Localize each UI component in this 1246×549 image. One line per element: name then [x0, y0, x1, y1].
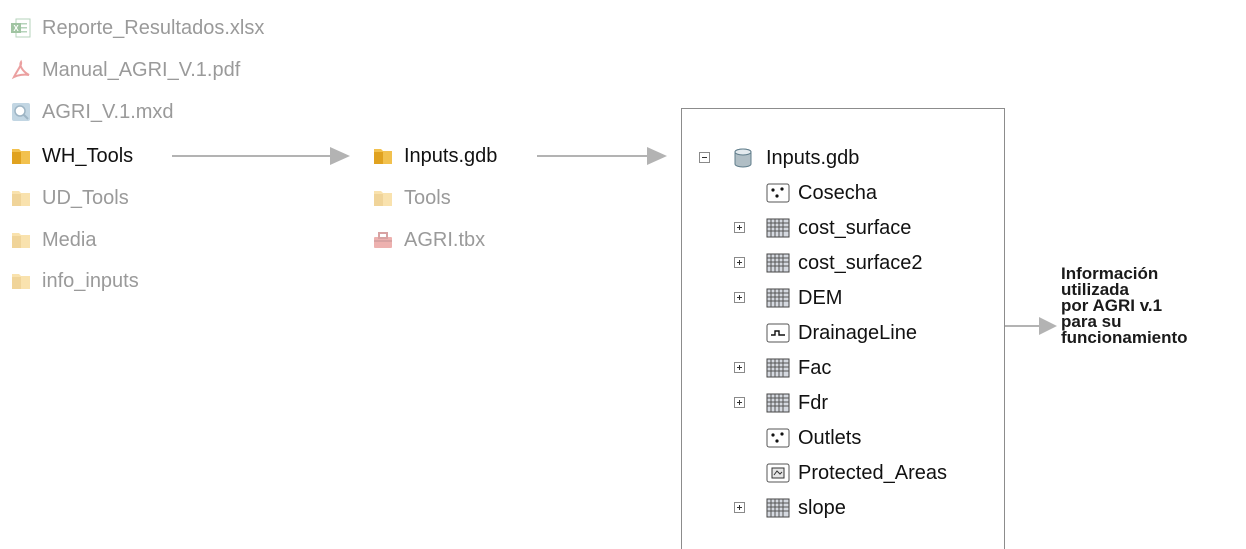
- tree-label: slope: [798, 497, 846, 519]
- folder-item-info-inputs[interactable]: info_inputs: [10, 268, 139, 294]
- connector-arrow: [1005, 317, 1057, 335]
- annotation-line: funcionamiento: [1061, 328, 1188, 347]
- tree-label: Inputs.gdb: [766, 147, 860, 169]
- file-label: Manual_AGRI_V.1.pdf: [42, 59, 241, 81]
- tree-item-outlets[interactable]: Outlets: [766, 425, 861, 451]
- folder-icon: [10, 229, 32, 251]
- point-feature-class-icon: [766, 427, 790, 449]
- folder-label: Tools: [404, 187, 451, 209]
- folder-item-wh-tools[interactable]: WH_Tools: [10, 143, 133, 169]
- folder-label: Media: [42, 229, 97, 251]
- tree-label: Fdr: [798, 392, 828, 414]
- folder-icon: [10, 187, 32, 209]
- folder-icon: [10, 145, 32, 167]
- tree-item-cost-surface[interactable]: cost_surface: [766, 215, 911, 241]
- folder-item-tools[interactable]: Tools: [372, 185, 451, 211]
- tree-item-protected-areas[interactable]: Protected_Areas: [766, 460, 947, 486]
- polygon-feature-class-icon: [766, 462, 790, 484]
- tree-label: Outlets: [798, 427, 862, 449]
- expand-toggle[interactable]: [734, 257, 745, 268]
- collapse-toggle[interactable]: [699, 152, 710, 163]
- tree-label: Fac: [798, 357, 832, 379]
- catalog-tree-panel: Inputs.gdb Cosecha cost_surface cost_sur…: [681, 108, 1005, 549]
- tree-label: DrainageLine: [798, 322, 917, 344]
- expand-toggle[interactable]: [734, 222, 745, 233]
- connector-arrow: [537, 147, 667, 165]
- raster-dataset-icon: [766, 252, 790, 274]
- folder-label: info_inputs: [42, 270, 139, 292]
- tree-label: Protected_Areas: [798, 462, 947, 484]
- raster-dataset-icon: [766, 392, 790, 414]
- raster-dataset-icon: [766, 217, 790, 239]
- tree-item-fac[interactable]: Fac: [766, 355, 831, 381]
- folder-icon: [372, 187, 394, 209]
- folder-label: WH_Tools: [42, 145, 134, 167]
- expand-toggle[interactable]: [734, 362, 745, 373]
- folder-label: Inputs.gdb: [404, 145, 498, 167]
- tree-label: Cosecha: [798, 182, 877, 204]
- expand-toggle[interactable]: [734, 397, 745, 408]
- folder-item-media[interactable]: Media: [10, 227, 96, 253]
- toolbox-label: AGRI.tbx: [404, 229, 486, 251]
- tree-item-cosecha[interactable]: Cosecha: [766, 180, 877, 206]
- tree-item-fdr[interactable]: Fdr: [766, 390, 828, 416]
- file-item-reporte[interactable]: X Reporte_Resultados.xlsx: [10, 15, 264, 41]
- tree-item-slope[interactable]: slope: [766, 495, 846, 521]
- svg-text:X: X: [13, 24, 19, 33]
- excel-file-icon: X: [10, 17, 32, 39]
- pdf-file-icon: [10, 59, 32, 81]
- raster-dataset-icon: [766, 287, 790, 309]
- tree-label: cost_surface: [798, 217, 912, 239]
- file-item-mxd[interactable]: AGRI_V.1.mxd: [10, 99, 174, 125]
- tree-item-dem[interactable]: DEM: [766, 285, 842, 311]
- tree-item-cost-surface2[interactable]: cost_surface2: [766, 250, 923, 276]
- point-feature-class-icon: [766, 182, 790, 204]
- folder-icon: [372, 145, 394, 167]
- raster-dataset-icon: [766, 357, 790, 379]
- raster-dataset-icon: [766, 497, 790, 519]
- tree-item-drainageline[interactable]: DrainageLine: [766, 320, 917, 346]
- expand-toggle[interactable]: [734, 292, 745, 303]
- tree-label: DEM: [798, 287, 843, 309]
- line-feature-class-icon: [766, 322, 790, 344]
- expand-toggle[interactable]: [734, 502, 745, 513]
- toolbox-icon: [372, 229, 394, 251]
- arcmap-document-icon: [10, 101, 32, 123]
- tree-root-inputs-gdb[interactable]: Inputs.gdb: [732, 145, 859, 171]
- folder-label: UD_Tools: [42, 187, 129, 209]
- folder-item-ud-tools[interactable]: UD_Tools: [10, 185, 129, 211]
- annotation-text: Información utilizada por AGRI v.1 para …: [1061, 265, 1188, 347]
- folder-icon: [10, 270, 32, 292]
- file-item-manual[interactable]: Manual_AGRI_V.1.pdf: [10, 57, 240, 83]
- file-label: AGRI_V.1.mxd: [42, 101, 174, 123]
- folder-item-inputs-gdb[interactable]: Inputs.gdb: [372, 143, 497, 169]
- database-icon: [732, 147, 754, 169]
- toolbox-item-agri[interactable]: AGRI.tbx: [372, 227, 485, 253]
- tree-label: cost_surface2: [798, 252, 923, 274]
- connector-arrow: [172, 147, 350, 165]
- file-label: Reporte_Resultados.xlsx: [42, 17, 265, 39]
